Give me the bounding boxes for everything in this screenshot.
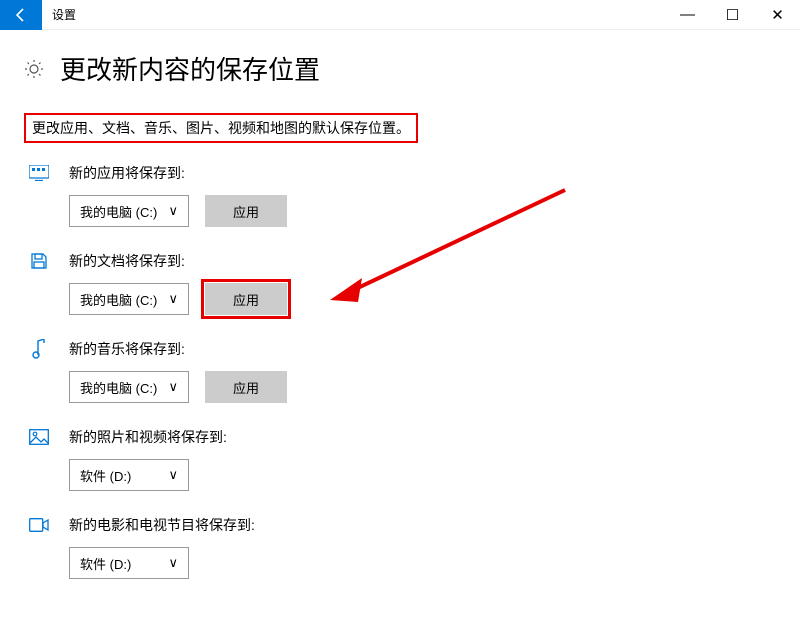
apps-icon [29,163,49,183]
movies-dropdown[interactable]: 软件 (D:) ∨ [69,547,189,579]
content: 更改新内容的保存位置 更改应用、文档、音乐、图片、视频和地图的默认保存位置。 新… [0,30,800,579]
section-docs: 新的文档将保存到: 我的电脑 (C:) ∨ 应用 [24,251,776,315]
music-apply-button[interactable]: 应用 [205,371,287,403]
minimize-button[interactable]: — [665,0,710,30]
save-icon [29,251,49,271]
apps-dropdown[interactable]: 我的电脑 (C:) ∨ [69,195,189,227]
section-photos: 新的照片和视频将保存到: 软件 (D:) ∨ [24,427,776,491]
maximize-button[interactable]: ☐ [710,0,755,30]
chevron-down-icon: ∨ [168,291,178,307]
chevron-down-icon: ∨ [168,203,178,219]
music-dropdown-value: 我的电脑 (C:) [80,378,157,397]
apps-apply-button[interactable]: 应用 [205,195,287,227]
window-controls: — ☐ ✕ [665,0,800,30]
close-button[interactable]: ✕ [755,0,800,30]
apps-dropdown-value: 我的电脑 (C:) [80,202,157,221]
heading-row: 更改新内容的保存位置 [24,50,776,87]
music-label: 新的音乐将保存到: [69,339,185,359]
photos-label: 新的照片和视频将保存到: [69,427,227,447]
photos-dropdown[interactable]: 软件 (D:) ∨ [69,459,189,491]
chevron-down-icon: ∨ [168,467,178,483]
chevron-down-icon: ∨ [168,379,178,395]
docs-apply-button[interactable]: 应用 [205,283,287,315]
docs-label: 新的文档将保存到: [69,251,185,271]
gear-icon [24,59,44,79]
movies-dropdown-value: 软件 (D:) [80,554,131,573]
page-title: 更改新内容的保存位置 [60,50,320,87]
music-dropdown[interactable]: 我的电脑 (C:) ∨ [69,371,189,403]
window-title: 设置 [42,6,665,23]
music-note-icon [29,339,49,359]
docs-dropdown[interactable]: 我的电脑 (C:) ∨ [69,283,189,315]
picture-icon [29,427,49,447]
back-button[interactable] [0,0,42,30]
chevron-down-icon: ∨ [168,555,178,571]
section-apps: 新的应用将保存到: 我的电脑 (C:) ∨ 应用 [24,163,776,227]
description-highlight: 更改应用、文档、音乐、图片、视频和地图的默认保存位置。 [24,113,418,143]
docs-dropdown-value: 我的电脑 (C:) [80,290,157,309]
section-music: 新的音乐将保存到: 我的电脑 (C:) ∨ 应用 [24,339,776,403]
movies-label: 新的电影和电视节目将保存到: [69,515,255,535]
apps-label: 新的应用将保存到: [69,163,185,183]
titlebar: 设置 — ☐ ✕ [0,0,800,30]
description-text: 更改应用、文档、音乐、图片、视频和地图的默认保存位置。 [32,120,410,136]
back-arrow-icon [13,7,29,23]
section-movies: 新的电影和电视节目将保存到: 软件 (D:) ∨ [24,515,776,579]
photos-dropdown-value: 软件 (D:) [80,466,131,485]
video-icon [29,515,49,535]
